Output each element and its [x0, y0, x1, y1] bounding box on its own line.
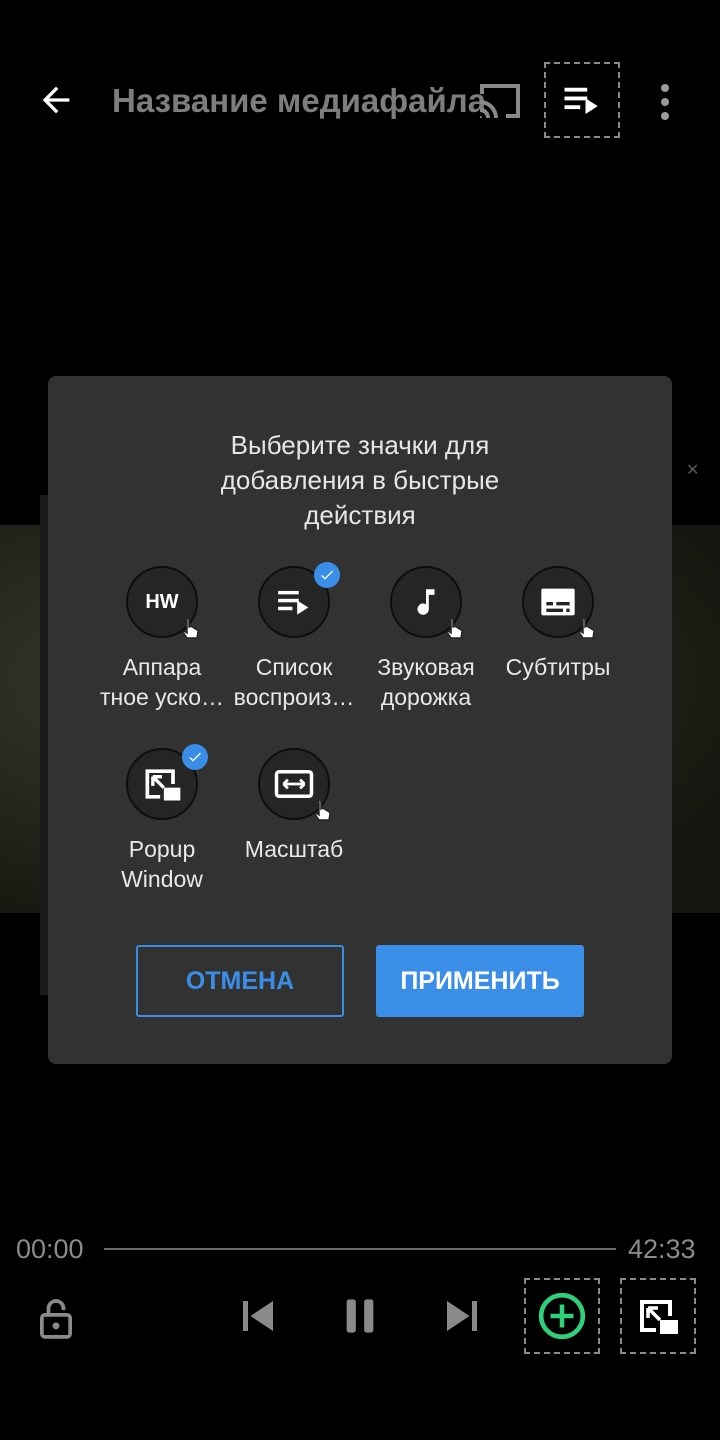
option-circle[interactable]	[258, 562, 340, 638]
option-popup-window[interactable]: Popup Window	[96, 744, 228, 894]
current-time: 00:00	[16, 1234, 84, 1264]
lock-button[interactable]	[34, 1294, 78, 1342]
touch-hand-icon	[314, 799, 331, 821]
skip-previous-icon	[243, 1301, 273, 1331]
lock-icon	[39, 1299, 73, 1339]
option-label: Масштаб	[244, 836, 344, 862]
aspect-ratio-icon	[274, 770, 314, 798]
skip-next-icon	[447, 1301, 477, 1331]
close-icon: ✕	[686, 462, 700, 479]
option-circle[interactable]	[258, 748, 331, 821]
option-label: Список воспроиз…	[233, 654, 355, 710]
arrow-left-icon	[42, 86, 70, 114]
checkmark-icon	[182, 744, 208, 770]
popup-window-button[interactable]	[620, 1278, 696, 1354]
more-options-button[interactable]	[650, 80, 680, 124]
option-playlist[interactable]: Список воспроиз…	[228, 562, 360, 712]
pause-button[interactable]	[336, 1294, 384, 1338]
more-vert-icon	[661, 84, 669, 120]
hw-acceleration-icon: HW	[145, 590, 179, 613]
cast-button[interactable]	[474, 78, 526, 124]
option-circle[interactable]: HW	[126, 566, 199, 639]
option-circle[interactable]	[390, 566, 463, 639]
playlist-icon	[278, 590, 309, 615]
page-title: Название медиафайла	[112, 82, 487, 119]
video-edge	[40, 495, 48, 995]
option-label: Субтитры	[505, 654, 611, 680]
option-label: Popup Window	[121, 836, 203, 892]
next-button[interactable]	[438, 1294, 486, 1338]
cancel-button[interactable]: ОТМЕНА	[136, 945, 344, 1017]
add-circle-icon	[538, 1292, 586, 1340]
option-hw-acceleration[interactable]: HW Аппара тное уско…	[96, 566, 228, 712]
cast-icon	[480, 84, 520, 118]
previous-button[interactable]	[234, 1294, 282, 1338]
option-circle[interactable]	[522, 566, 595, 639]
option-circle[interactable]	[126, 744, 208, 820]
quick-actions-dialog: Выберите значки для добавления в быстрые…	[48, 376, 672, 1064]
total-time: 42:33	[628, 1234, 696, 1264]
touch-hand-icon	[578, 617, 595, 639]
seek-bar[interactable]	[104, 1248, 616, 1250]
playlist-play-icon	[564, 87, 598, 114]
option-aspect-ratio[interactable]: Масштаб	[228, 748, 360, 864]
option-subtitles[interactable]: Субтитры	[492, 566, 624, 682]
option-audio-track[interactable]: Звуковая дорожка	[360, 566, 492, 712]
music-note-icon	[417, 589, 435, 615]
popup-window-icon	[640, 1300, 678, 1334]
popup-window-icon	[145, 769, 181, 801]
pause-icon	[346, 1299, 374, 1333]
option-label: Звуковая дорожка	[377, 654, 475, 710]
option-label: Аппара тное уско…	[99, 654, 225, 710]
back-button[interactable]	[36, 80, 76, 120]
touch-hand-icon	[446, 617, 463, 639]
touch-hand-icon	[182, 617, 199, 639]
playlist-button[interactable]	[544, 62, 620, 138]
add-quick-action-button[interactable]	[524, 1278, 600, 1354]
subtitles-icon	[541, 588, 575, 616]
dialog-title: Выберите значки для добавления в быстрые…	[220, 430, 500, 530]
checkmark-icon	[314, 562, 340, 588]
apply-button[interactable]: ПРИМЕНИТЬ	[376, 945, 584, 1017]
